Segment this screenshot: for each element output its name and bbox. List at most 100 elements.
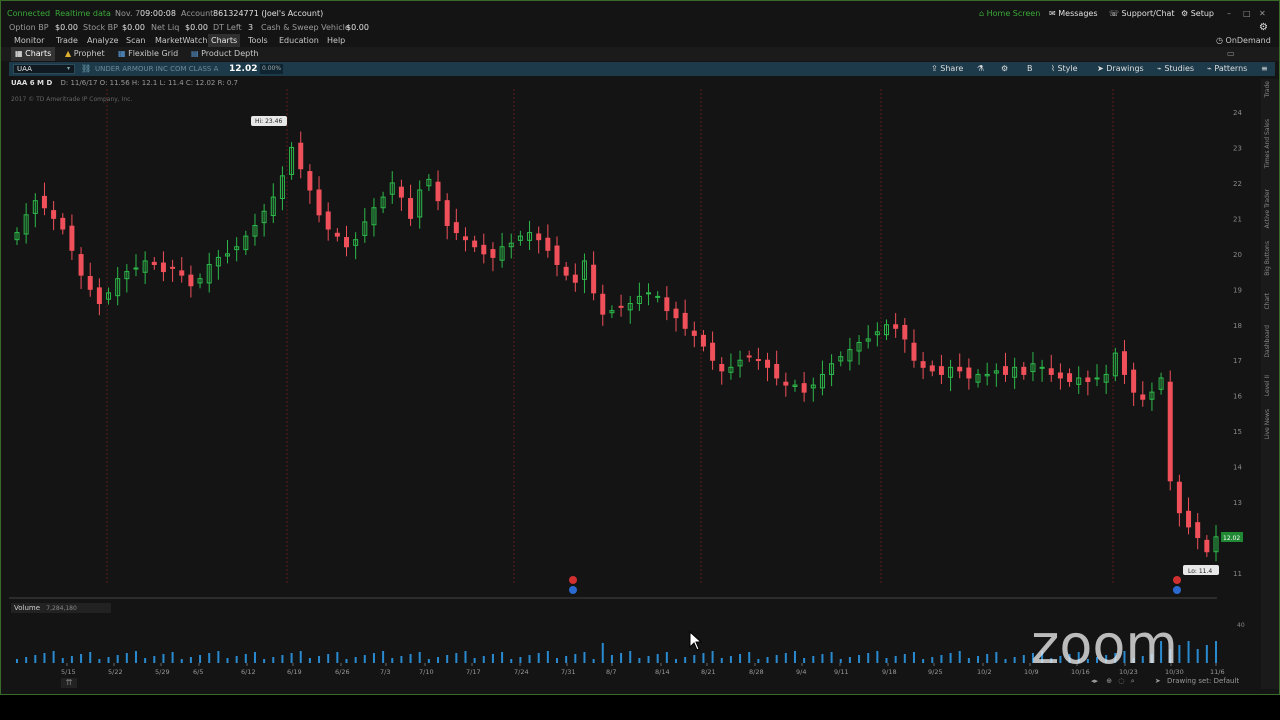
b-button[interactable]: B	[1027, 62, 1033, 76]
volume-bar	[446, 655, 449, 663]
prophet-icon: ▲	[65, 49, 72, 58]
account-value[interactable]: 861324771 (Joel's Account)	[213, 5, 323, 22]
drawing-cursor-icon[interactable]: ➤	[1155, 677, 1161, 685]
menu-trade[interactable]: Trade	[53, 34, 81, 47]
candle-body	[41, 195, 47, 209]
candle-body	[188, 274, 194, 287]
panel-live-news[interactable]: Live News	[1264, 409, 1271, 439]
zoom-out-icon[interactable]: ⊕	[1106, 677, 1112, 685]
drawing-set[interactable]: Drawing set: Default	[1167, 677, 1239, 685]
pan-icon[interactable]: ◂▸	[1091, 677, 1098, 685]
candle-body	[938, 366, 944, 375]
close-icon[interactable]: ✕	[1259, 5, 1266, 22]
candle-body	[435, 181, 441, 202]
candle-body	[1204, 539, 1210, 553]
symbol-input[interactable]: UAA	[13, 64, 75, 74]
volume-bar	[784, 653, 787, 663]
symbol-dropdown-icon[interactable]: ▾	[67, 62, 70, 76]
candle-body	[472, 240, 478, 248]
earnings-marker	[569, 576, 577, 584]
menu-scan[interactable]: Scan	[123, 34, 148, 47]
candle-body	[1039, 366, 1045, 369]
date-tick-label: 8/7	[606, 668, 616, 676]
menu-marketwatch[interactable]: MarketWatch	[152, 34, 210, 47]
tab-prophet[interactable]: ▲ Prophet	[61, 47, 109, 61]
candle-body	[710, 342, 716, 361]
patterns-button[interactable]: ⌁ Patterns	[1207, 62, 1247, 76]
support-chat-button[interactable]: ☏ Support/Chat	[1109, 5, 1175, 22]
setup-button[interactable]: ⚙ Setup	[1181, 5, 1214, 22]
volume-bar	[848, 657, 851, 663]
chart-toolbar: UAA ▾ ⛓ UNDER ARMOUR INC COM CLASS A 12.…	[9, 62, 1275, 76]
volume-bar	[839, 659, 842, 663]
date-tick-label: 9/11	[834, 668, 849, 676]
candle-body	[444, 200, 450, 226]
chart-title: UAA 6 M D	[11, 79, 53, 87]
maximize-icon[interactable]: □	[1243, 5, 1251, 22]
gear-icon[interactable]: ⚙	[1259, 21, 1268, 34]
candle-body	[298, 142, 304, 170]
menu-charts[interactable]: Charts	[208, 34, 241, 47]
volume-bar	[263, 659, 266, 663]
volume-bar	[34, 655, 37, 663]
volume-bar	[922, 659, 925, 663]
cash-value: $0.00	[346, 23, 369, 32]
account-label: Account:	[181, 9, 216, 18]
panel-level-ii[interactable]: Level II	[1264, 375, 1271, 396]
volume-bar	[986, 654, 989, 663]
volume-bar	[144, 658, 147, 663]
studies-button[interactable]: ⌁ Studies	[1157, 62, 1194, 76]
panel-trade[interactable]: Trade	[1264, 81, 1271, 97]
menu-analyze[interactable]: Analyze	[84, 34, 122, 47]
price-tick-label: 24	[1233, 109, 1242, 117]
volume-bar	[272, 657, 275, 663]
panel-dashboard[interactable]: Dashboard	[1264, 325, 1271, 358]
panel-times-and-sales[interactable]: Times And Sales	[1264, 119, 1271, 168]
drawings-button[interactable]: ➤ Drawings	[1097, 62, 1144, 76]
tab-charts[interactable]: ▦ Charts	[11, 47, 56, 61]
candle-body	[755, 359, 761, 362]
flask-icon[interactable]: ⚗	[977, 62, 984, 76]
volume-bar	[235, 656, 238, 663]
volume-bar	[1196, 649, 1199, 663]
messages-button[interactable]: ✉ Messages	[1049, 5, 1097, 22]
window-restore-icon[interactable]: ▭	[1223, 47, 1239, 61]
menu-tools[interactable]: Tools	[245, 34, 271, 47]
volume-bar	[1215, 641, 1217, 663]
volume-bar	[867, 653, 870, 663]
tab-flexible-grid-label: Flexible Grid	[128, 49, 179, 58]
candle-body	[929, 365, 935, 372]
ondemand-button[interactable]: ◷ OnDemand	[1213, 34, 1274, 47]
date-tick-label: 7/10	[419, 668, 434, 676]
collapse-icon[interactable]: ⇈	[61, 678, 77, 688]
volume-bar	[336, 652, 339, 663]
zoom-icon[interactable]: ⌕	[1131, 677, 1135, 685]
menu-icon[interactable]: ≡	[1261, 62, 1268, 76]
menu-monitor[interactable]: Monitor	[11, 34, 47, 47]
volume-bar	[43, 653, 46, 663]
home-screen-link[interactable]: ⌂ Home Screen	[979, 5, 1040, 22]
share-button[interactable]: ⇪ Share	[931, 62, 963, 76]
candle-body	[682, 312, 688, 329]
tab-product-depth[interactable]: ▤ Product Depth	[187, 47, 262, 61]
panel-big-buttons[interactable]: Big Buttons	[1264, 241, 1271, 276]
reset-icon[interactable]: ◌	[1118, 677, 1124, 685]
style-button[interactable]: ⌇ Style	[1051, 62, 1078, 76]
volume-bar	[61, 658, 64, 663]
settings-icon[interactable]: ⚙	[1001, 62, 1008, 76]
percent-change: 0.00%	[260, 64, 284, 74]
menu-education[interactable]: Education	[276, 34, 322, 47]
candle-body	[902, 324, 908, 340]
candle-body	[453, 222, 459, 234]
volume-bar	[885, 658, 888, 663]
minimize-icon[interactable]: –	[1227, 5, 1231, 22]
volume-bar	[1013, 657, 1016, 663]
link-icon[interactable]: ⛓	[81, 62, 91, 76]
panel-chart[interactable]: Chart	[1264, 293, 1271, 310]
volume-bar	[354, 657, 357, 663]
panel-active-trader[interactable]: Active Trader	[1264, 189, 1271, 228]
tab-flexible-grid[interactable]: ▦ Flexible Grid	[114, 47, 182, 61]
menu-help[interactable]: Help	[324, 34, 348, 47]
price-chart[interactable]: 1112131415161718192021222324Hi: 23.46Lo:…	[9, 89, 1261, 689]
candle-body	[78, 254, 84, 276]
